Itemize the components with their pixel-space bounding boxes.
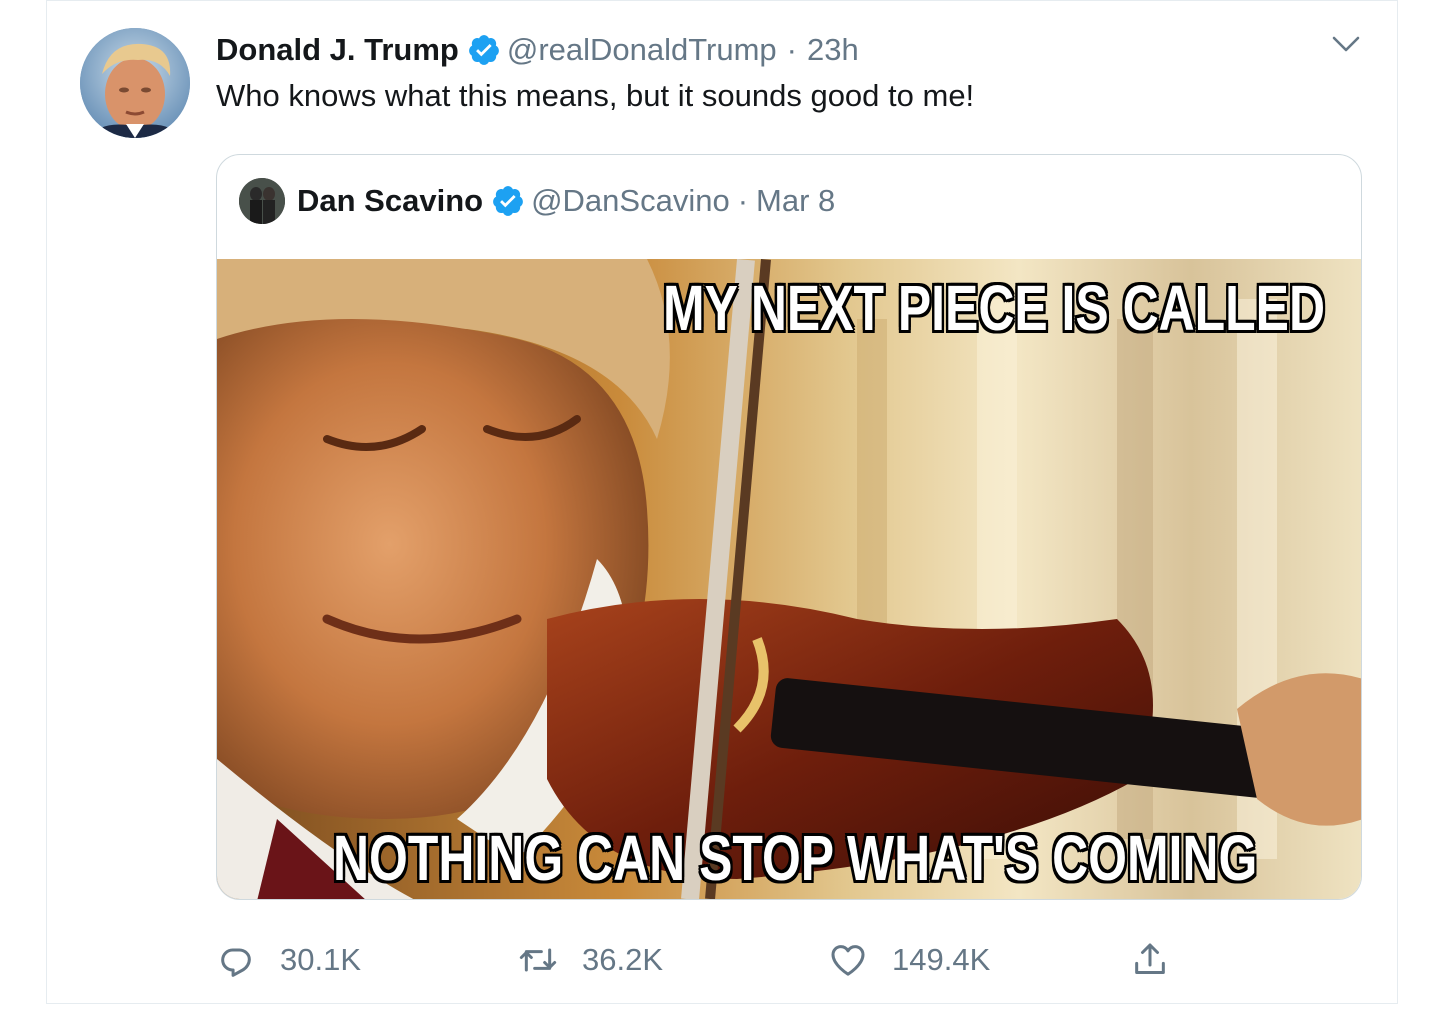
tweet-text: Who knows what this means, but it sounds… xyxy=(216,78,975,113)
quoted-tweet[interactable]: Dan Scavino @DanScavino · Mar 8 MY NEXT … xyxy=(216,154,1362,900)
quoted-author-avatar xyxy=(239,178,285,224)
reply-button[interactable]: 30.1K xyxy=(216,932,361,988)
quoted-tweet-header: Dan Scavino @DanScavino · Mar 8 xyxy=(239,177,835,225)
retweet-count: 36.2K xyxy=(582,942,664,977)
like-button[interactable]: 149.4K xyxy=(828,932,990,988)
tweet-header: Donald J. Trump @realDonaldTrump · 23h xyxy=(216,28,859,72)
chevron-down-icon[interactable] xyxy=(1330,30,1362,58)
reply-count: 30.1K xyxy=(280,942,362,977)
reply-icon xyxy=(221,948,251,977)
meme-top-caption: MY NEXT PIECE IS CALLED xyxy=(663,272,1326,344)
retweet-icon xyxy=(519,948,557,972)
heart-icon xyxy=(831,945,865,976)
author-avatar[interactable] xyxy=(80,28,190,138)
separator-dot: · xyxy=(737,183,749,218)
quoted-tweet-date[interactable]: Mar 8 xyxy=(756,183,835,219)
tweet-actions: 30.1K 36.2K 149.4K xyxy=(216,932,1362,988)
share-button[interactable] xyxy=(1130,932,1170,988)
verified-badge-icon xyxy=(493,186,523,216)
retweet-button[interactable]: 36.2K xyxy=(518,932,663,988)
quoted-author-handle[interactable]: @DanScavino xyxy=(531,183,730,219)
share-icon xyxy=(1135,943,1165,974)
verified-badge-icon xyxy=(468,35,499,65)
quoted-author-name[interactable]: Dan Scavino xyxy=(297,183,483,219)
author-handle[interactable]: @realDonaldTrump xyxy=(507,32,777,68)
separator-dot: · xyxy=(786,32,797,67)
author-name[interactable]: Donald J. Trump xyxy=(216,32,459,68)
meme-bottom-caption: NOTHING CAN STOP WHAT'S COMING xyxy=(333,822,1258,894)
meme-image[interactable]: MY NEXT PIECE IS CALLED NOTHING CAN STOP… xyxy=(217,259,1361,899)
like-count: 149.4K xyxy=(892,942,991,977)
tweet-timestamp[interactable]: 23h xyxy=(807,32,859,68)
